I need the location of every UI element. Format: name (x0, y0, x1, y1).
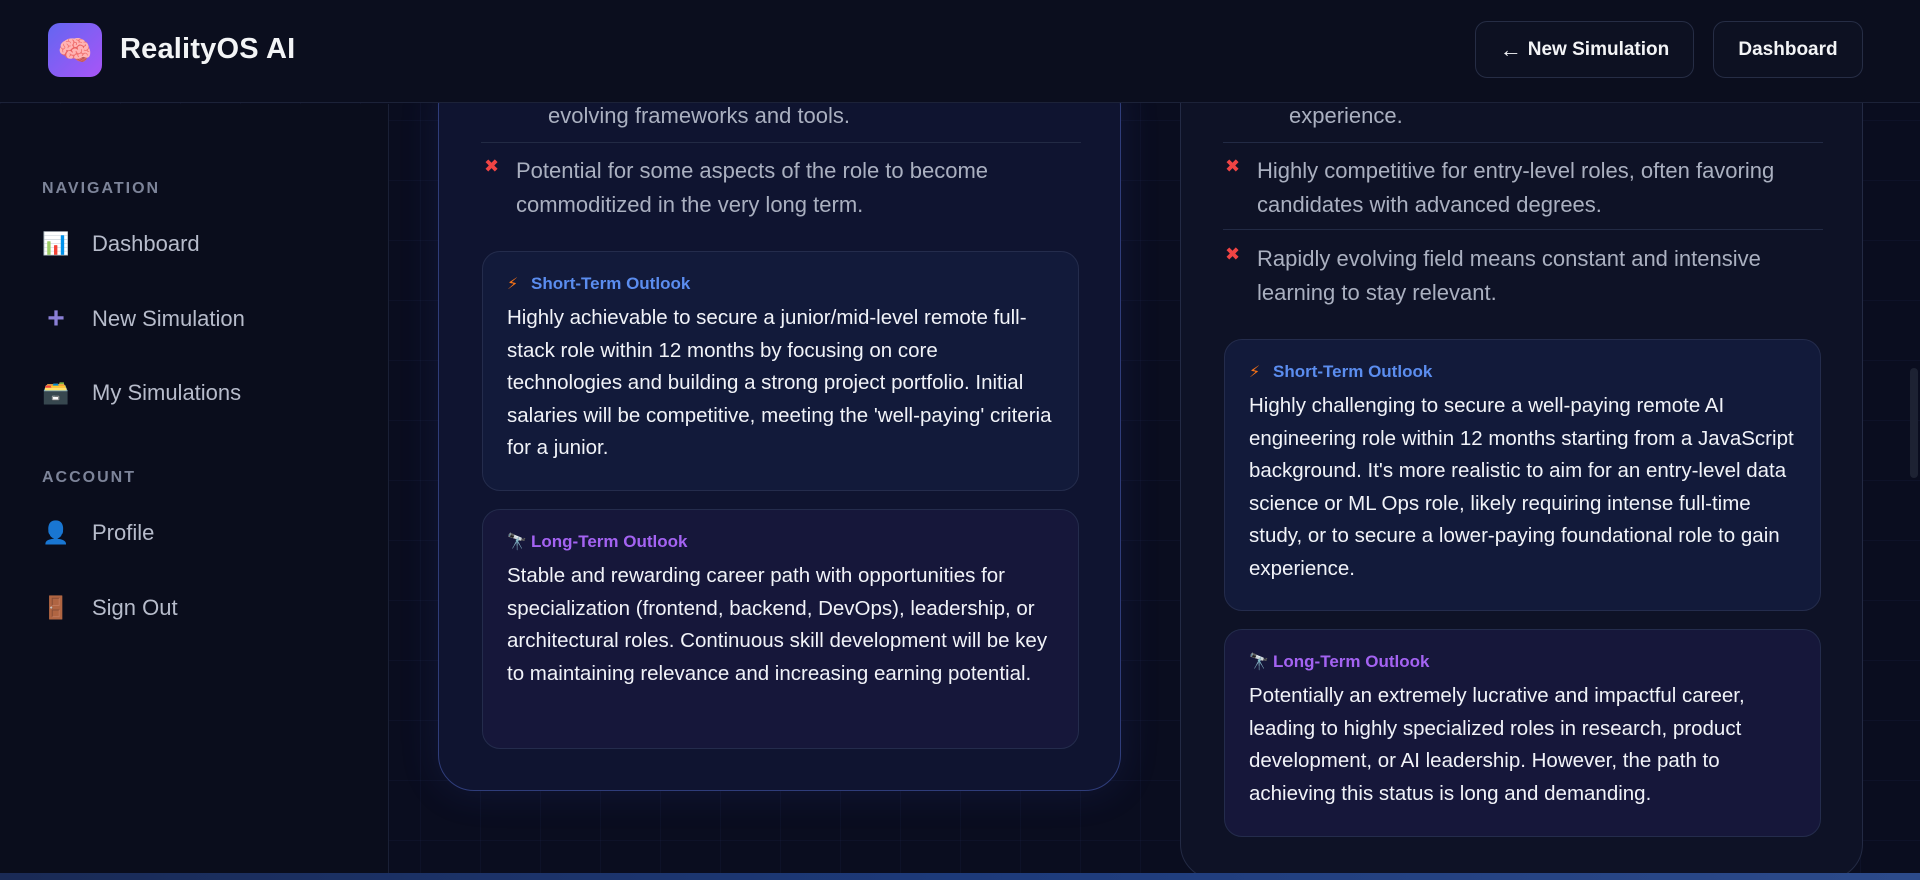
con-text: Potential for some aspects of the role t… (516, 158, 989, 217)
con-item: ✖ Potential for some aspects of the role… (484, 154, 1054, 222)
long-term-outlook-header: 🔭 Long-Term Outlook (1249, 652, 1796, 672)
sidebar-item-new-simulation[interactable]: + New Simulation (42, 297, 362, 341)
con-item: experience. (1257, 99, 1817, 133)
long-term-outlook-header: 🔭 Long-Term Outlook (507, 532, 1054, 552)
short-term-outlook-text: Highly challenging to secure a well-payi… (1249, 394, 1794, 580)
sidebar-item-my-simulations[interactable]: 🗃️ My Simulations (42, 371, 362, 415)
sidebar-item-label: Dashboard (92, 231, 200, 256)
dashboard-label: Dashboard (1738, 38, 1838, 60)
arrow-left-icon: ← (1499, 36, 1522, 62)
con-item: ✖ Highly competitive for entry-level rol… (1225, 154, 1815, 222)
card-box-icon: 🗃️ (42, 380, 70, 405)
career-path-card-left: evolving frameworks and tools. ✖ Potenti… (438, 70, 1121, 791)
sidebar-item-label: Sign Out (92, 595, 178, 620)
sidebar-item-profile[interactable]: 👤 Profile (42, 511, 362, 555)
short-term-outlook-header: ⚡ Short-Term Outlook (1249, 362, 1796, 382)
door-icon: 🚪 (42, 595, 70, 620)
divider (1223, 142, 1823, 143)
brand-name[interactable]: RealityOS AI (120, 33, 295, 66)
x-mark-icon: ✖ (1225, 156, 1241, 176)
long-term-outlook-title: Long-Term Outlook (531, 532, 688, 551)
short-term-outlook-title: Short-Term Outlook (1273, 362, 1433, 381)
long-term-outlook-text: Stable and rewarding career path with op… (507, 564, 1048, 685)
short-term-outlook-header: ⚡ Short-Term Outlook (507, 274, 1054, 294)
short-term-outlook-title: Short-Term Outlook (531, 274, 691, 293)
top-header: 🧠 RealityOS AI ← New Simulation Dashboar… (0, 0, 1920, 103)
sidebar: NAVIGATION 📊 Dashboard + New Simulation … (0, 104, 389, 880)
x-mark-icon: ✖ (1225, 244, 1241, 264)
con-text: experience. (1289, 103, 1403, 128)
account-section-title: ACCOUNT (42, 469, 136, 486)
sidebar-item-label: New Simulation (92, 306, 245, 331)
sidebar-item-label: Profile (92, 520, 155, 545)
short-term-outlook-panel: ⚡ Short-Term Outlook Highly challenging … (1224, 339, 1821, 611)
short-term-outlook-panel: ⚡ Short-Term Outlook Highly achievable t… (482, 251, 1079, 491)
lightning-icon: ⚡ (507, 276, 519, 293)
lightning-icon: ⚡ (1249, 364, 1261, 381)
navigation-section-title: NAVIGATION (42, 180, 161, 197)
long-term-outlook-panel: 🔭 Long-Term Outlook Stable and rewarding… (482, 509, 1079, 749)
divider (1223, 229, 1823, 230)
con-text: Highly competitive for entry-level roles… (1257, 158, 1775, 217)
x-mark-icon: ✖ (484, 156, 500, 176)
user-icon: 👤 (42, 520, 70, 545)
long-term-outlook-title: Long-Term Outlook (1273, 652, 1430, 671)
long-term-outlook-panel: 🔭 Long-Term Outlook Potentially an extre… (1224, 629, 1821, 837)
con-item: evolving frameworks and tools. (516, 99, 1076, 133)
telescope-icon: 🔭 (507, 534, 527, 551)
new-simulation-label: New Simulation (1527, 38, 1670, 60)
telescope-icon: 🔭 (1249, 654, 1269, 671)
career-path-card-right: experience. ✖ Highly competitive for ent… (1180, 60, 1863, 880)
scrollbar-thumb[interactable] (1910, 368, 1918, 478)
con-item: ✖ Rapidly evolving field means constant … (1225, 242, 1815, 310)
brain-icon[interactable]: 🧠 (48, 23, 102, 77)
short-term-outlook-text: Highly achievable to secure a junior/mid… (507, 306, 1052, 460)
dashboard-button[interactable]: Dashboard (1713, 21, 1863, 78)
sidebar-item-dashboard[interactable]: 📊 Dashboard (42, 222, 362, 266)
new-simulation-button[interactable]: ← New Simulation (1475, 21, 1694, 78)
sidebar-item-sign-out[interactable]: 🚪 Sign Out (42, 586, 362, 630)
con-text: evolving frameworks and tools. (548, 103, 851, 128)
con-text: Rapidly evolving field means constant an… (1257, 246, 1761, 305)
sidebar-item-label: My Simulations (92, 380, 242, 405)
plus-icon: + (47, 302, 65, 335)
divider (481, 142, 1081, 143)
bottom-accent-bar (0, 873, 1920, 880)
bar-chart-icon: 📊 (42, 231, 70, 256)
long-term-outlook-text: Potentially an extremely lucrative and i… (1249, 684, 1745, 805)
